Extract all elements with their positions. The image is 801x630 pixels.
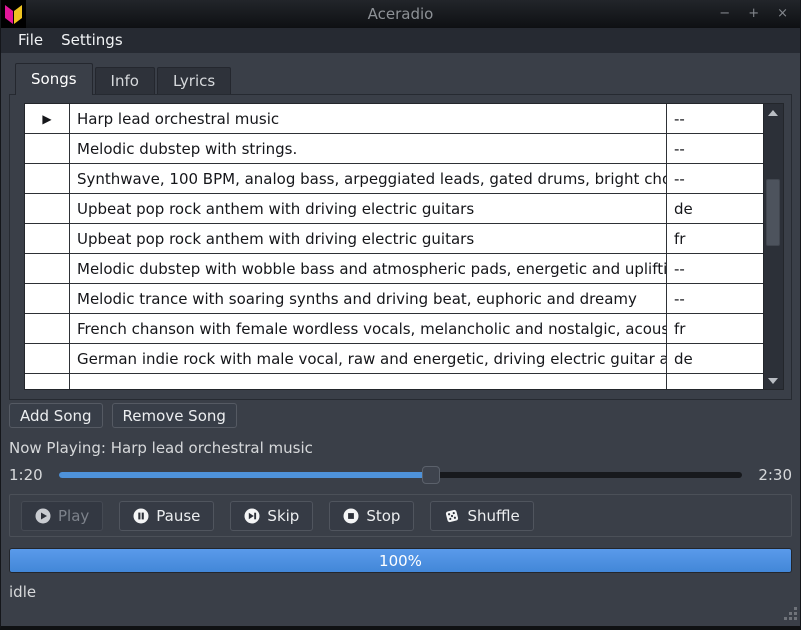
song-language-cell: -- (667, 104, 763, 133)
song-language-cell: fr (667, 314, 763, 343)
resize-grip-icon[interactable] (783, 606, 798, 625)
song-title-cell: French chanson with female wordless voca… (70, 314, 667, 343)
progress-bar-fill: 100% (10, 549, 791, 572)
playing-indicator (25, 374, 70, 390)
song-table[interactable]: ▶Harp lead orchestral music--Melodic dub… (24, 103, 764, 390)
play-button[interactable]: Play (21, 501, 103, 531)
shuffle-button-label: Shuffle (467, 507, 519, 525)
song-title-cell: Melodic dubstep with strings. (70, 134, 667, 163)
minimize-button[interactable]: − (719, 0, 730, 28)
seek-row: 1:20 2:30 (9, 465, 792, 485)
stop-button-label: Stop (366, 507, 400, 525)
playback-controls-frame: Play Pause Skip (9, 494, 792, 537)
song-title-cell: Melodic trance with soaring synths and d… (70, 284, 667, 313)
song-language-cell: -- (667, 254, 763, 283)
tab-lyrics[interactable]: Lyrics (157, 67, 231, 94)
songs-panel: ▶Harp lead orchestral music--Melodic dub… (9, 94, 792, 400)
song-row[interactable]: Melodic dubstep with wobble bass and atm… (25, 254, 763, 284)
song-row[interactable]: German indie rock with male vocal, raw a… (25, 344, 763, 374)
elapsed-time-label: 1:20 (9, 466, 43, 484)
song-language-cell: -- (667, 134, 763, 163)
song-title-cell: German indie rock with male vocal, raw a… (70, 344, 667, 373)
shuffle-button[interactable]: Shuffle (430, 501, 533, 531)
tab-bar: Songs Info Lyrics (9, 62, 792, 94)
song-row[interactable]: Melodic dubstep with strings.-- (25, 134, 763, 164)
pause-button[interactable]: Pause (119, 501, 214, 531)
add-song-button[interactable]: Add Song (9, 403, 103, 428)
playing-indicator (25, 344, 70, 373)
play-circle-icon (35, 508, 51, 524)
playing-indicator: ▶ (25, 104, 70, 133)
play-button-label: Play (58, 507, 89, 525)
song-row[interactable]: Melodic trance with soaring synths and d… (25, 284, 763, 314)
main-content: Songs Info Lyrics ▶Harp lead orchestral … (1, 53, 800, 626)
stop-circle-icon (343, 508, 359, 524)
menu-file[interactable]: File (9, 28, 52, 53)
titlebar[interactable]: Aceradio − + × (1, 0, 800, 28)
song-table-wrap: ▶Harp lead orchestral music--Melodic dub… (24, 103, 784, 390)
tab-songs[interactable]: Songs (15, 63, 93, 95)
playing-indicator (25, 194, 70, 223)
playing-indicator (25, 314, 70, 343)
pause-button-label: Pause (156, 507, 200, 525)
skip-button-label: Skip (267, 507, 299, 525)
song-row[interactable]: Upbeat pop rock anthem with driving elec… (25, 194, 763, 224)
song-language-cell: -- (667, 284, 763, 313)
library-buttons: Add Song Remove Song (9, 403, 792, 428)
song-language-cell: fr (667, 224, 763, 253)
song-title-cell: Harp lead orchestral music (70, 104, 667, 133)
song-title-cell: Synthwave, 100 BPM, analog bass, arpeggi… (70, 164, 667, 193)
playing-indicator (25, 284, 70, 313)
skip-button[interactable]: Skip (230, 501, 313, 531)
app-window: Aceradio − + × File Settings Songs Info … (0, 0, 801, 630)
song-title-cell: Upbeat pop rock anthem with driving elec… (70, 194, 667, 223)
window-title: Aceradio (1, 5, 800, 23)
shuffle-dice-icon (444, 508, 460, 524)
close-button[interactable]: × (777, 0, 788, 28)
song-language-cell (667, 374, 763, 390)
slider-handle[interactable] (422, 466, 440, 484)
maximize-button[interactable]: + (748, 0, 759, 28)
scrollbar-thumb[interactable] (766, 179, 780, 246)
tab-info[interactable]: Info (95, 67, 155, 94)
song-row[interactable]: French chanson with female wordless voca… (25, 314, 763, 344)
song-language-cell: de (667, 344, 763, 373)
vertical-scrollbar[interactable] (764, 103, 784, 390)
slider-track[interactable] (59, 472, 743, 478)
song-row[interactable]: Upbeat pop rock anthem with driving elec… (25, 224, 763, 254)
scroll-down-icon[interactable] (764, 373, 782, 388)
window-controls: − + × (719, 0, 800, 28)
menu-settings[interactable]: Settings (52, 28, 132, 53)
playing-indicator (25, 164, 70, 193)
playing-indicator (25, 134, 70, 163)
status-label: idle (9, 583, 792, 601)
now-playing-label: Now Playing: Harp lead orchestral music (9, 439, 792, 457)
song-language-cell: de (667, 194, 763, 223)
song-title-cell: Upbeat pop rock anthem with driving elec… (70, 224, 667, 253)
song-language-cell: -- (667, 164, 763, 193)
slider-fill (59, 472, 432, 478)
song-row[interactable]: Synthwave, 100 BPM, analog bass, arpeggi… (25, 164, 763, 194)
song-title-cell (70, 374, 667, 390)
song-title-cell: Melodic dubstep with wobble bass and atm… (70, 254, 667, 283)
song-row[interactable]: ▶Harp lead orchestral music-- (25, 104, 763, 134)
scroll-up-icon[interactable] (764, 105, 782, 120)
stop-button[interactable]: Stop (329, 501, 414, 531)
seek-slider[interactable] (59, 466, 743, 484)
progress-bar: 100% (9, 548, 792, 573)
pause-circle-icon (133, 508, 149, 524)
playing-indicator (25, 224, 70, 253)
song-row[interactable] (25, 374, 763, 390)
total-time-label: 2:30 (758, 466, 792, 484)
playing-indicator (25, 254, 70, 283)
remove-song-button[interactable]: Remove Song (112, 403, 237, 428)
skip-circle-icon (244, 508, 260, 524)
menubar: File Settings (1, 28, 800, 53)
progress-label: 100% (379, 552, 422, 570)
